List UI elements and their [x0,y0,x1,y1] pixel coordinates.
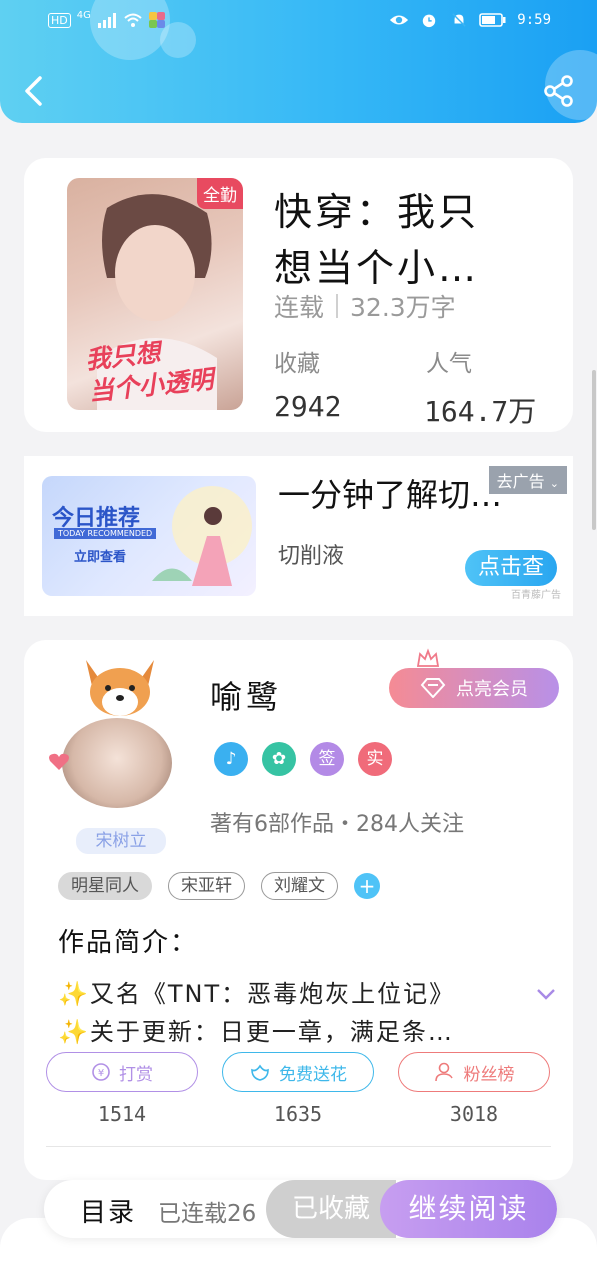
author-name[interactable]: 喻鹭 [210,672,282,718]
scrollbar[interactable] [592,370,596,530]
ad-illustration [152,486,252,586]
diamond-icon [420,678,446,698]
book-title: 快穿：我只 想当个小… [274,190,480,290]
author-card: 宋树立 喻鹭 点亮会员 ♪ ✿ 签 实 著有6部作品・284人关注 明星同人 宋… [24,640,573,1180]
cover-title-art: 我只想 当个小透明 [84,337,215,407]
collected-button[interactable]: 已收藏 [266,1180,396,1238]
fan-count: 3018 [449,1102,499,1126]
back-arrow-icon[interactable] [18,72,50,110]
share-icon[interactable] [543,74,575,108]
signal-icon [97,13,116,28]
tag-item[interactable]: 宋亚轩 [168,872,245,900]
top-header: HD 4G 9:59 [0,0,597,123]
continue-reading-button[interactable]: 继续阅读 [380,1180,557,1238]
music-badge-icon[interactable]: ♪ [214,742,248,776]
expand-chevron-icon[interactable] [535,986,557,1002]
meta-divider [336,294,339,318]
serial-status: 连载 [274,293,325,322]
book-info-card: 全勤 我只想 当个小透明 快穿：我只 想当个小… 连载 32.3万字 收藏 29… [24,158,573,432]
cover-badge: 全勤 [197,178,243,209]
ad-cta-button[interactable]: 点击查 [465,550,557,586]
alarm-icon [423,14,436,28]
intro-line: ✨关于更新：日更一章，满足条… [58,1018,454,1046]
flower-count: 1635 [273,1102,323,1126]
wifi-icon [124,13,142,27]
heart-icon [49,753,69,770]
eye-icon [390,15,409,25]
word-count: 32.3万字 [350,293,456,322]
author-avatar[interactable]: 宋树立 [48,652,198,854]
favorites-value: 2942 [274,390,342,423]
add-tag-button[interactable]: + [354,873,380,899]
svg-text:¥: ¥ [98,1068,104,1079]
ad-card[interactable]: 今日推荐 TODAY RECOMMENDED 立即查看 一分钟了解切… 去广告 … [24,456,573,616]
clock-time: 9:59 [517,12,551,28]
vip-button[interactable]: 点亮会员 [389,668,559,708]
send-flower-button[interactable]: 免费送花 [222,1052,374,1092]
hd-label: HD [48,12,71,28]
signed-badge[interactable]: 签 [310,742,344,776]
corgi-frame-icon [86,660,154,716]
popularity-label: 人气 [426,351,472,377]
book-cover[interactable]: 全勤 我只想 当个小透明 [67,178,243,410]
ad-description: 切削液 [278,544,345,569]
tag-item[interactable]: 刘耀文 [261,872,338,900]
verified-badge[interactable]: 实 [358,742,392,776]
favorites-label: 收藏 [274,351,320,377]
app-notification-icon [148,12,165,28]
author-badges: ♪ ✿ 签 实 [214,742,392,776]
bottom-action-bar: 目录 已连载26 已收藏 继续阅读 [44,1180,557,1238]
remove-ad-tag[interactable]: 去广告 ⌄ [488,466,567,494]
serial-progress: 已连载26 [158,1201,257,1227]
popularity-value: 164.7万 [424,395,537,428]
tip-button[interactable]: ¥ 打赏 [46,1052,198,1092]
mute-bell-icon [452,13,467,27]
ad-title[interactable]: 一分钟了解切… [278,470,502,516]
user-icon [434,1062,453,1082]
tag-category[interactable]: 明星同人 [58,872,152,900]
table-of-contents-button[interactable]: 目录 [80,1192,136,1229]
fan-ranking-button[interactable]: 粉丝榜 [398,1052,550,1092]
battery-icon [479,13,506,27]
ad-image[interactable]: 今日推荐 TODAY RECOMMENDED 立即查看 [42,476,256,596]
avatar-photo [62,718,172,808]
vip-button-label: 点亮会员 [456,679,528,700]
divider [46,1146,551,1147]
intro-line: ✨又名《TNT：恶毒炮灰上位记》 [58,980,456,1008]
avatar-name-label: 宋树立 [76,828,166,854]
book-meta: 连载 32.3万字 [274,288,456,324]
crown-icon [416,648,440,667]
action-buttons: ¥ 打赏 免费送花 粉丝榜 [46,1052,550,1092]
network-label: 4G [76,9,91,21]
status-bar: HD 4G 9:59 [0,8,597,38]
author-meta: 著有6部作品・284人关注 [210,812,464,837]
yen-coin-icon: ¥ [92,1063,110,1081]
intro-heading: 作品简介： [58,928,199,958]
flower-icon [251,1064,269,1081]
book-tags: 明星同人 宋亚轩 刘耀文 + [58,872,380,900]
chevron-down-icon: ⌄ [549,477,559,490]
flower-badge-icon[interactable]: ✿ [262,742,296,776]
ad-source: 百青藤广告 [511,590,561,601]
tip-count: 1514 [97,1102,147,1126]
